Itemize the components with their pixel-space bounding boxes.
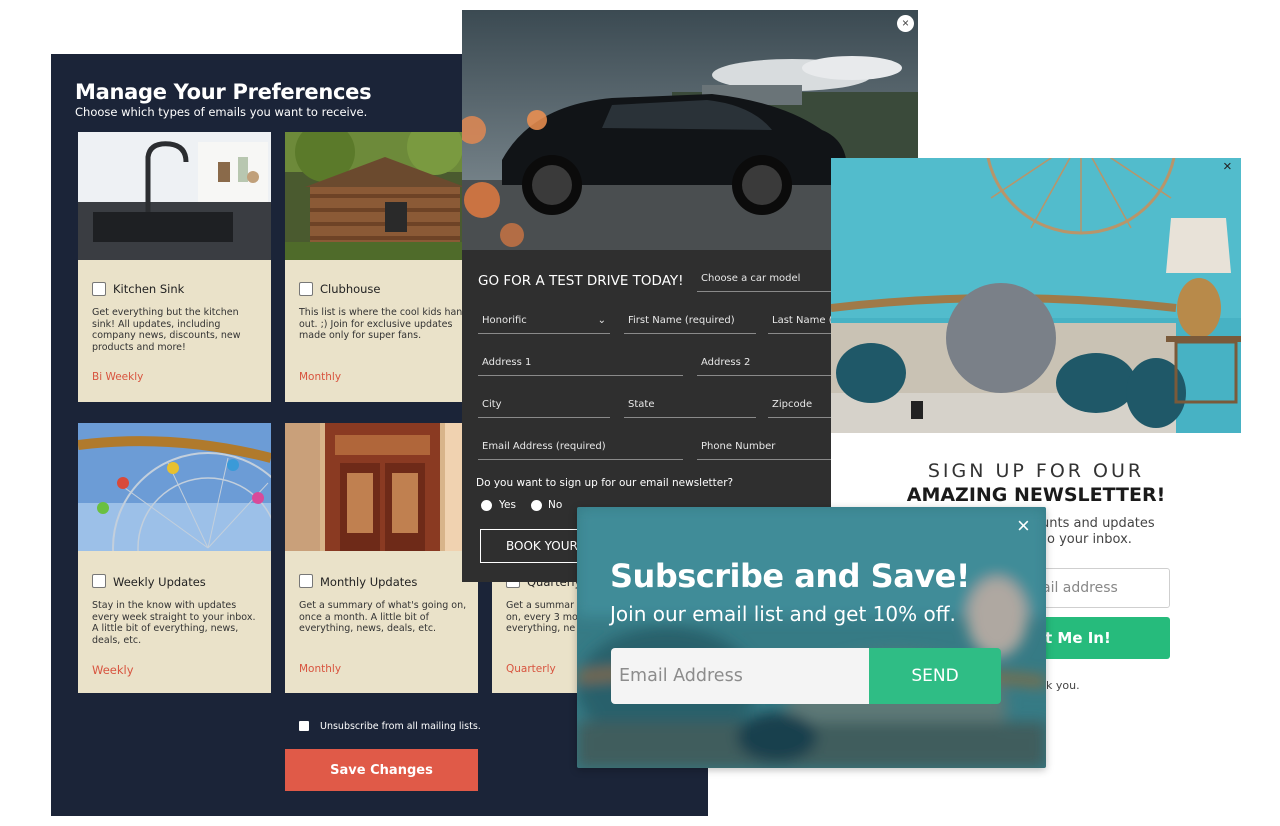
newsletter-description-line1: unts and updates (1041, 516, 1155, 531)
kitchen-sink-checkbox[interactable] (92, 282, 106, 296)
newsletter-heading-line2: AMAZING NEWSLETTER! (906, 484, 1166, 506)
address1-field[interactable]: Address 1 (478, 350, 683, 376)
email-field[interactable]: Email Address (required) (478, 434, 683, 460)
subscribe-panel: × Subscribe and Save! Join our email lis… (577, 507, 1046, 768)
card-frequency: Monthly (299, 371, 342, 383)
first-name-field[interactable]: First Name (required) (624, 308, 756, 334)
newsletter-description-line2: o your inbox. (1047, 532, 1132, 547)
ornate-door-image (285, 423, 478, 551)
newsletter-thanks-text: k you. (1046, 679, 1080, 692)
card-frequency: Monthly (299, 663, 342, 675)
list-card-clubhouse[interactable]: Clubhouse This list is where the cool ki… (285, 132, 478, 402)
card-name: Monthly Updates (320, 575, 418, 589)
save-changes-button[interactable]: Save Changes (285, 749, 478, 791)
card-frequency: Weekly (92, 663, 134, 677)
weekly-updates-checkbox[interactable] (92, 574, 106, 588)
honorific-label: Honorific (482, 315, 527, 326)
yes-radio[interactable] (481, 500, 492, 511)
yes-label: Yes (499, 499, 516, 511)
newsletter-heading-line1: SIGN UP FOR OUR (927, 460, 1145, 482)
test-drive-title: GO FOR A TEST DRIVE TODAY! (478, 273, 684, 289)
no-radio[interactable] (531, 500, 542, 511)
card-frequency: Bi Weekly (92, 371, 144, 383)
card-description: Get a summary of what's going on, once a… (299, 600, 467, 634)
list-card-monthly-updates[interactable]: Monthly Updates Get a summary of what's … (285, 423, 478, 693)
preferences-title: Manage Your Preferences (75, 80, 372, 104)
card-frequency: Quarterly (506, 663, 556, 675)
clubhouse-image (285, 132, 478, 260)
state-field[interactable]: State (624, 392, 756, 418)
send-button[interactable]: SEND (869, 648, 1001, 704)
card-description: Get a summar on, every 3 mo everything, … (506, 600, 578, 634)
card-name: Weekly Updates (113, 575, 206, 589)
card-name: Clubhouse (320, 282, 381, 296)
subscribe-background-image (577, 507, 1046, 768)
unsubscribe-checkbox[interactable] (299, 721, 309, 731)
list-card-weekly-updates[interactable]: Weekly Updates Stay in the know with upd… (78, 423, 271, 693)
close-icon[interactable]: × (897, 15, 914, 32)
clubhouse-checkbox[interactable] (299, 282, 313, 296)
monthly-updates-checkbox[interactable] (299, 574, 313, 588)
card-name: Kitchen Sink (113, 282, 185, 296)
subscribe-subtitle: Join our email list and get 10% off. (610, 602, 956, 626)
kitchen-sink-image (78, 132, 271, 260)
unsubscribe-label: Unsubscribe from all mailing lists. (320, 721, 481, 732)
card-description: Get everything but the kitchen sink! All… (92, 307, 241, 353)
card-description: Stay in the know with updates every week… (92, 600, 256, 646)
ferris-wheel-image (78, 423, 271, 551)
close-icon[interactable]: × (1223, 158, 1232, 175)
no-label: No (548, 499, 563, 511)
subscribe-email-input[interactable]: Email Address (611, 648, 869, 704)
preferences-subtitle: Choose which types of emails you want to… (75, 105, 368, 119)
subscribe-title: Subscribe and Save! (610, 557, 970, 595)
chevron-down-icon: ⌄ (597, 315, 606, 326)
close-icon[interactable]: × (1017, 513, 1030, 539)
newsletter-question: Do you want to sign up for our email new… (476, 477, 734, 489)
list-card-kitchen-sink[interactable]: Kitchen Sink Get everything but the kitc… (78, 132, 271, 402)
lounge-hero-image (831, 158, 1241, 433)
city-field[interactable]: City (478, 392, 610, 418)
honorific-select[interactable]: Honorific ⌄ (478, 308, 610, 334)
newsletter-description: unts and updates o your inbox. (1041, 516, 1155, 548)
card-description: This list is where the cool kids hang ou… (299, 307, 469, 341)
